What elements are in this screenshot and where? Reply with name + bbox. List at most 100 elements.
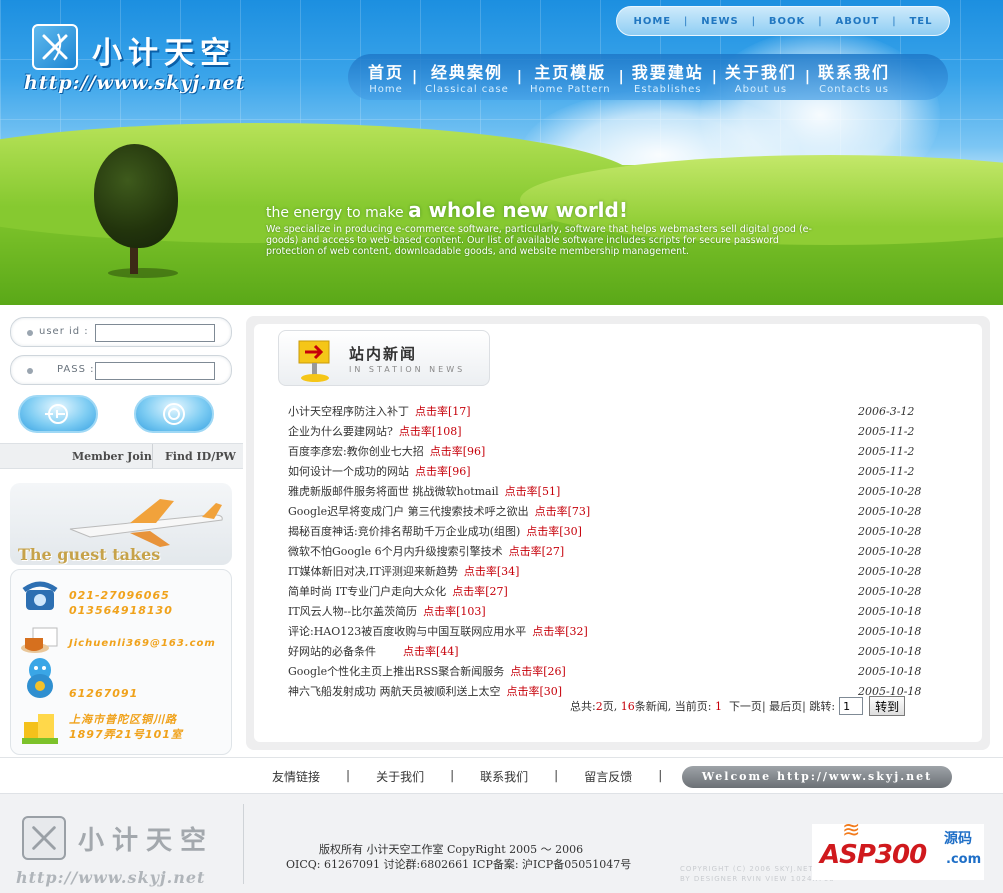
- top-nav-book[interactable]: BOOK: [769, 16, 805, 27]
- main-nav-home-pattern[interactable]: 主页模版 Home Pattern: [522, 59, 619, 95]
- news-item-title[interactable]: 企业为什么要建网站?: [288, 425, 393, 438]
- logo-url[interactable]: http://www.skyj.net: [24, 72, 245, 94]
- contact-us-link[interactable]: 联系我们: [480, 768, 528, 785]
- bullet-icon: [27, 368, 33, 374]
- main-nav-sublabel: Home: [369, 84, 403, 95]
- hit-label: 点击率: [504, 485, 538, 498]
- footer-logo-title: 小计天空: [78, 826, 215, 856]
- pager-total-news: 16: [620, 699, 635, 713]
- find-id-pw-link[interactable]: Find ID/PW: [165, 450, 236, 463]
- news-item-hits: 点击率[44]: [403, 645, 459, 658]
- address-line-2: 1897弄21号101室: [69, 728, 183, 741]
- news-item-hits: 点击率[73]: [535, 505, 591, 518]
- hit-label: 点击率: [402, 645, 436, 658]
- pass-row: PASS :: [10, 355, 232, 385]
- contact-box: 021-27096065 013564918130 Jichuenli369@1…: [10, 569, 232, 755]
- password-input[interactable]: [95, 362, 215, 380]
- about-us-link[interactable]: 关于我们: [376, 768, 424, 785]
- main-nav-label: 主页模版: [534, 63, 607, 82]
- logo-icon[interactable]: [32, 24, 78, 70]
- asp300-badge[interactable]: ≋ ASP300 源码 .com: [812, 818, 984, 880]
- page-jump-input[interactable]: [839, 697, 864, 715]
- contact-line: OICQ: 61267091 讨论群:6802661 ICP备案: 沪ICP备0…: [286, 858, 632, 871]
- main-nav-sublabel: Home Pattern: [529, 84, 611, 95]
- welcome-banner: Welcome http://www.skyj.net: [682, 766, 952, 788]
- main-nav-classical-case[interactable]: 经典案例 Classical case: [417, 59, 517, 95]
- news-item-title[interactable]: Google个性化主页上推出RSS聚合新闻服务: [288, 665, 504, 678]
- left-sidebar: user id : PASS : Member Join Find ID/PW …: [0, 305, 243, 757]
- copyright-line: 版权所有 小计天空工作室 CopyRight 2005 ～ 2006: [319, 843, 584, 856]
- news-item-date: 2006-3-12: [858, 405, 915, 418]
- news-item-title[interactable]: Google迟早将变成门户 第三代搜索技术呼之欲出: [288, 505, 529, 518]
- userid-input[interactable]: [95, 324, 215, 342]
- phone-number-1: 021-27096065: [69, 589, 170, 602]
- go-button[interactable]: 转到: [869, 696, 906, 716]
- news-item-hits: 点击率[51]: [505, 485, 561, 498]
- news-item-title[interactable]: 好网站的必备条件: [288, 645, 397, 658]
- pager-last-link[interactable]: 最后页: [769, 698, 802, 714]
- news-item-title[interactable]: IT媒体新旧对决,IT评测迎来新趋势: [288, 565, 458, 578]
- news-item: IT媒体新旧对决,IT评测迎来新趋势 点击率[34] 2005-10-28: [288, 562, 928, 582]
- logo-title[interactable]: 小计天空: [92, 28, 236, 72]
- pager-divider: |: [802, 699, 810, 713]
- qq-icon: [17, 658, 63, 698]
- hit-count: [96]: [448, 465, 471, 478]
- tagline-big: a whole new world!: [408, 198, 628, 222]
- news-item-title[interactable]: 如何设计一个成功的网站: [288, 465, 409, 478]
- hit-count: [32]: [565, 625, 588, 638]
- news-item-title[interactable]: 评论:HAO123被百度收购与中国互联网应用水平: [288, 625, 526, 638]
- news-item-title[interactable]: 百度李彦宏:教你创业七大招: [288, 445, 424, 458]
- main-nav-home[interactable]: 首页 Home: [360, 59, 412, 95]
- userid-row: user id :: [10, 317, 232, 347]
- hit-label: 点击率: [423, 605, 457, 618]
- news-item-title[interactable]: 揭秘百度神话:竞价排名帮助千万企业成功(组图): [288, 525, 520, 538]
- hit-label: 点击率: [508, 545, 542, 558]
- pager-next-link[interactable]: 下一页: [729, 698, 762, 714]
- main-nav-label: 首页: [368, 63, 405, 82]
- news-item-title[interactable]: 神六飞船发射成功 两航天员被顺利送上太空: [288, 685, 501, 698]
- news-item-title[interactable]: IT风云人物--比尔盖茨简历: [288, 605, 417, 618]
- news-item-hits: 点击率[108]: [399, 425, 462, 438]
- friend-links[interactable]: 友情链接: [272, 768, 320, 785]
- main-nav-sublabel: About us: [734, 84, 788, 95]
- hit-count: [27]: [485, 585, 508, 598]
- news-item-title[interactable]: 微软不怕Google 6个月内升级搜索引擎技术: [288, 545, 503, 558]
- tree-crown: [94, 144, 178, 248]
- news-item-title[interactable]: 小计天空程序防注入补丁: [288, 405, 409, 418]
- hit-label: 点击率: [510, 665, 544, 678]
- pager-current-page: 1: [714, 699, 722, 713]
- main-nav-establishes[interactable]: 我要建站 Establishes: [624, 59, 712, 95]
- member-join-link[interactable]: Member Join: [72, 450, 152, 463]
- register-button[interactable]: [134, 395, 214, 433]
- main-nav-about[interactable]: 关于我们 About us: [717, 59, 805, 95]
- news-item-hits: 点击率[27]: [509, 545, 565, 558]
- guest-banner[interactable]: The guest takes: [10, 483, 232, 565]
- feedback-link[interactable]: 留言反馈: [584, 768, 632, 785]
- email-address[interactable]: Jichuenli369@163.com: [69, 636, 216, 651]
- address-line-1: 上海市普陀区铜川路: [69, 713, 177, 726]
- login-button[interactable]: [18, 395, 98, 433]
- hit-count: [34]: [496, 565, 520, 578]
- main-nav-sublabel: Classical case: [425, 84, 509, 95]
- pass-label: PASS :: [57, 364, 95, 375]
- top-nav-tel[interactable]: TEL: [909, 16, 932, 27]
- top-nav-home[interactable]: HOME: [633, 16, 671, 27]
- hit-count: [108]: [431, 425, 462, 438]
- badge-asp: ASP300: [820, 840, 927, 870]
- footer: 小计天空 http://www.skyj.net 版权所有 小计天空工作室 Co…: [0, 793, 1003, 893]
- main-nav-sublabel: Contacts us: [819, 84, 889, 95]
- top-nav-news[interactable]: NEWS: [701, 16, 738, 27]
- news-item-title[interactable]: 雅虎新版邮件服务将面世 挑战微软hotmail: [288, 485, 499, 498]
- top-nav-about[interactable]: ABOUT: [835, 16, 879, 27]
- news-item-date: 2005-10-28: [858, 565, 922, 578]
- plug-icon: [45, 404, 68, 424]
- footer-links: 友情链接 | 关于我们 | 联系我们 | 留言反馈 |: [272, 768, 688, 785]
- news-item: IT风云人物--比尔盖茨简历 点击率[103] 2005-10-18: [288, 602, 928, 622]
- hit-count: [51]: [537, 485, 561, 498]
- main-nav-contacts[interactable]: 联系我们 Contacts us: [810, 59, 898, 95]
- hit-count: [44]: [435, 645, 459, 658]
- news-item-title[interactable]: 简单时尚 IT专业门户走向大众化: [288, 585, 446, 598]
- hit-label: 点击率: [415, 465, 448, 478]
- badge-com: .com: [946, 852, 982, 867]
- pager-pages-suffix: 页,: [602, 700, 618, 713]
